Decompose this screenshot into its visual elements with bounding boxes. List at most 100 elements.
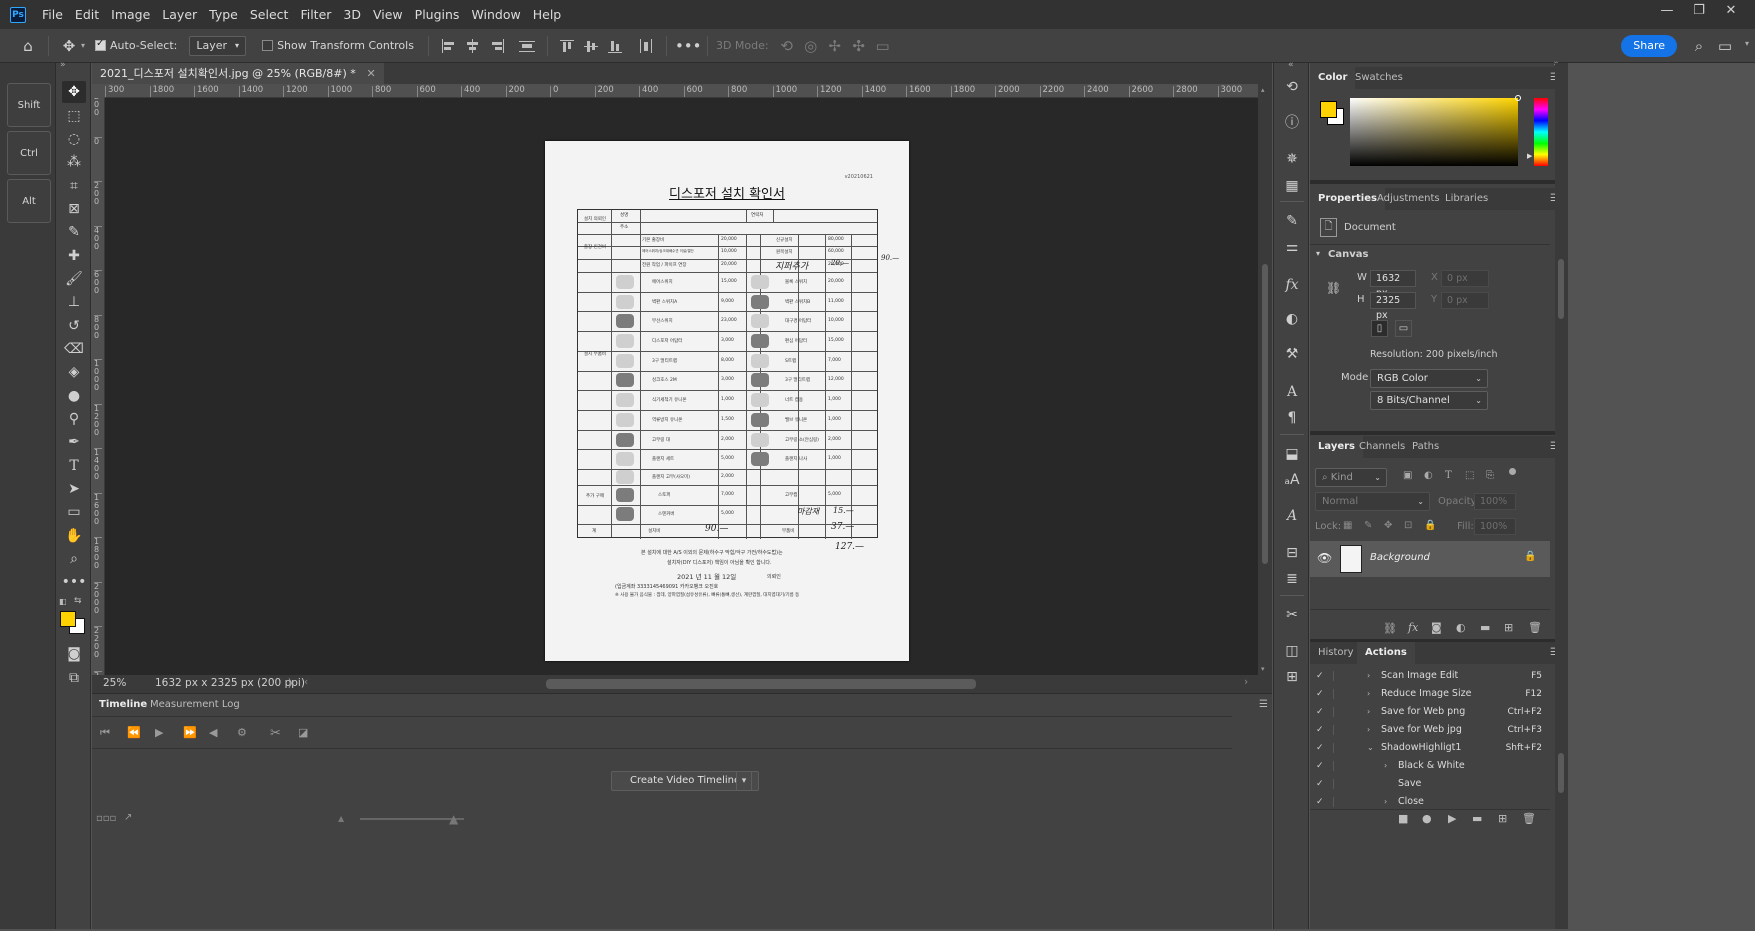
paint-bucket-tool-icon[interactable]: ◈ [62, 361, 86, 383]
menu-plugins[interactable]: Plugins [409, 0, 466, 29]
filter-toggle-icon[interactable] [1509, 468, 1516, 475]
patterns-icon[interactable]: ⊞ [1282, 667, 1302, 687]
dialog-toggle-box[interactable] [1333, 797, 1342, 807]
navigator-icon[interactable]: ✵ [1282, 149, 1302, 169]
hue-handle-icon[interactable]: ▶ [1527, 152, 1532, 160]
action-row[interactable]: ✓ › Save for Web jpg Ctrl+F3 [1310, 721, 1550, 739]
healing-brush-tool-icon[interactable]: ✚ [62, 245, 86, 267]
chevron-down-icon[interactable]: ▾ [81, 41, 85, 50]
actions-scroll-thumb[interactable] [1558, 753, 1564, 793]
tab-measurement-log[interactable]: Measurement Log [143, 694, 247, 716]
minimize-button[interactable]: — [1651, 0, 1683, 22]
zoom-out-mountain-icon[interactable]: ▲ [338, 814, 344, 823]
history-brush-tool-icon[interactable]: ↺ [62, 315, 86, 337]
action-row[interactable]: ✓ › Reduce Image Size F12 [1310, 685, 1550, 703]
play-action-icon[interactable]: ▶ [1448, 812, 1456, 825]
menu-image[interactable]: Image [105, 0, 156, 29]
lock-transparent-icon[interactable]: ▦ [1343, 520, 1352, 531]
scroll-left-icon[interactable]: ‹ [304, 676, 308, 688]
move-tool-icon[interactable]: ✥ [57, 37, 81, 55]
next-frame-icon[interactable]: ⏩ [183, 726, 197, 739]
rectangle-tool-icon[interactable]: ▭ [62, 501, 86, 523]
first-frame-icon[interactable]: ⏮ [100, 726, 110, 740]
dialog-toggle-box[interactable] [1333, 671, 1342, 681]
lock-all-icon[interactable]: 🔒 [1424, 520, 1436, 531]
chevron-right-icon[interactable]: › [1384, 757, 1387, 775]
magic-wand-tool-icon[interactable]: ⁂ [62, 151, 86, 173]
checkmark-icon[interactable]: ✓ [1316, 685, 1324, 703]
filter-smart-object-icon[interactable]: ⎘ [1486, 470, 1494, 481]
blur-tool-icon[interactable]: ● [62, 385, 86, 407]
tool-presets-icon[interactable]: ⚒ [1282, 344, 1302, 364]
record-icon[interactable]: ● [1422, 812, 1432, 825]
checkmark-icon[interactable]: ✓ [1316, 703, 1324, 721]
zoom-level[interactable]: 25% [103, 677, 126, 689]
scroll-down-icon[interactable]: ▾ [1261, 665, 1265, 673]
status-menu-icon[interactable]: 〉 [288, 676, 299, 691]
menu-help[interactable]: Help [527, 0, 568, 29]
show-transform-checkbox[interactable]: Show Transform Controls [262, 39, 414, 52]
transition-icon[interactable]: ◪ [298, 726, 308, 739]
share-button[interactable]: Share [1621, 35, 1677, 57]
audio-icon[interactable]: ◀ [209, 726, 217, 739]
add-mask-icon[interactable]: ◙ [1431, 621, 1442, 634]
layer-style-fx-icon[interactable]: fx [1408, 621, 1418, 634]
shift-key-button[interactable]: Shift [7, 83, 51, 127]
landscape-orientation-icon[interactable]: ▭ [1395, 320, 1412, 337]
checkmark-icon[interactable]: ✓ [1316, 721, 1324, 739]
auto-select-target-dropdown[interactable]: Layer ▾ [189, 35, 247, 56]
align-left-icon[interactable] [441, 38, 457, 53]
tab-paths[interactable]: Paths [1404, 436, 1447, 458]
swatch-panel-icon[interactable]: ◫ [1282, 641, 1302, 661]
checkmark-icon[interactable]: ✓ [1316, 775, 1324, 793]
tab-history[interactable]: History [1310, 642, 1362, 664]
lock-position-icon[interactable]: ✥ [1384, 520, 1392, 531]
workspace-icon[interactable]: ▭ [1713, 37, 1737, 55]
default-colors-icon[interactable]: ◧ [59, 597, 67, 606]
blend-mode-dropdown[interactable]: Normal ⌄ [1315, 492, 1430, 511]
screen-mode-icon[interactable]: ⧉ [62, 667, 86, 689]
hand-tool-icon[interactable]: ✋ [62, 525, 86, 547]
filter-pixel-icon[interactable]: ▣ [1403, 470, 1412, 481]
tab-libraries[interactable]: Libraries [1437, 188, 1496, 210]
properties-scroll-thumb[interactable] [1558, 259, 1564, 319]
lock-paint-icon[interactable]: ✎ [1364, 520, 1372, 531]
search-icon[interactable]: ⌕ [1687, 37, 1711, 55]
menu-edit[interactable]: Edit [69, 0, 105, 29]
pen-tool-icon[interactable]: ✒ [62, 431, 86, 453]
marquee-tool-icon[interactable]: ⬚ [62, 105, 86, 127]
close-icon[interactable]: ✕ [367, 63, 376, 84]
chevron-right-icon[interactable]: › [1367, 685, 1370, 703]
adjustment-layer-icon[interactable]: ◐ [1456, 621, 1466, 634]
filter-type-icon[interactable]: T [1445, 470, 1452, 481]
zoom-in-mountain-icon[interactable]: ▲ [449, 812, 458, 826]
action-row[interactable]: ✓ › Scan Image Edit F5 [1310, 667, 1550, 685]
portrait-orientation-icon[interactable]: ▯ [1371, 320, 1388, 337]
clone-source-icon[interactable]: ◐ [1282, 309, 1302, 329]
styles-fx-icon[interactable]: fx [1282, 275, 1302, 295]
frame-view-icon[interactable]: ▫▫▫ [96, 813, 116, 824]
menu-layer[interactable]: Layer [156, 0, 203, 29]
move-tool-icon[interactable]: ✥ [62, 81, 86, 103]
dialog-toggle-box[interactable] [1333, 689, 1342, 699]
new-group-folder-icon[interactable]: ▬ [1480, 621, 1490, 634]
crop-tool-icon[interactable]: ⌗ [62, 175, 86, 197]
libraries-icon[interactable]: ⊟ [1282, 543, 1302, 563]
height-field[interactable]: 2325 px [1370, 292, 1416, 321]
distribute-vertical-icon[interactable] [518, 39, 535, 53]
scroll-right-icon[interactable]: › [1244, 676, 1248, 688]
new-layer-icon[interactable]: ⊞ [1504, 621, 1513, 634]
dialog-toggle-box[interactable] [1333, 779, 1342, 789]
layer-filter-dropdown[interactable]: ⌕ Kind ⌄ [1315, 468, 1387, 487]
menu-filter[interactable]: Filter [294, 0, 337, 29]
width-field[interactable]: 1632 px [1370, 270, 1416, 299]
chevron-down-icon[interactable]: ▾ [736, 771, 752, 791]
dialog-toggle-box[interactable] [1333, 707, 1342, 717]
dialog-toggle-box[interactable] [1333, 743, 1342, 753]
split-scissors-icon[interactable]: ✂ [270, 726, 281, 741]
filter-shape-icon[interactable]: ⬚ [1465, 470, 1474, 481]
color-picker-handle[interactable] [1515, 95, 1521, 101]
info-icon[interactable]: ⓘ [1282, 113, 1302, 133]
panels-scrollbar[interactable] [1555, 63, 1568, 929]
alt-key-button[interactable]: Alt [7, 179, 51, 223]
